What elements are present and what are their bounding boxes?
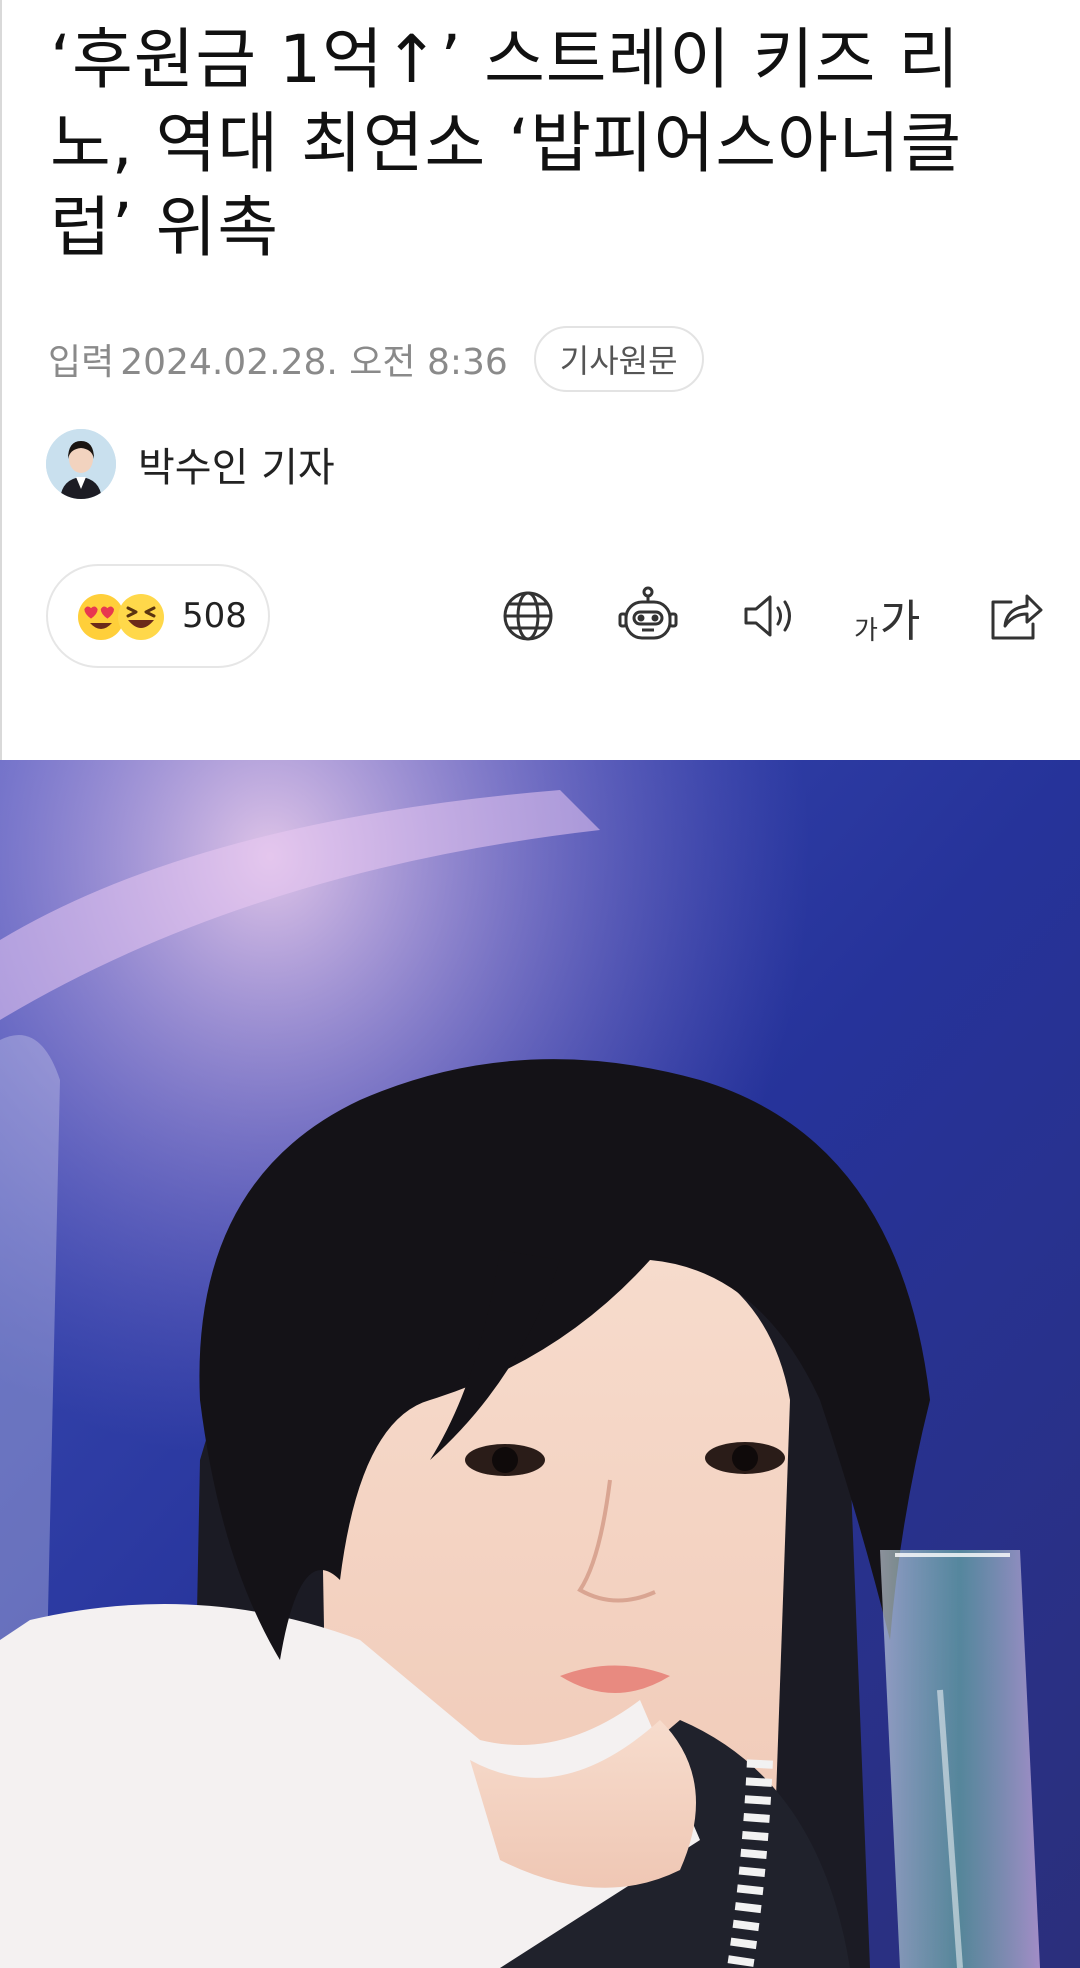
globe-icon[interactable]	[496, 584, 560, 648]
original-article-button[interactable]: 기사원문	[533, 326, 704, 392]
author-name[interactable]: 박수인 기자	[138, 435, 335, 493]
grinning-squint-emoji	[118, 594, 164, 640]
portrait-photo	[0, 760, 1080, 1968]
reaction-emojis	[76, 588, 172, 644]
article-photo[interactable]	[0, 760, 1080, 1968]
input-label: 입력	[48, 342, 115, 383]
reaction-count: 508	[182, 596, 247, 636]
robot-icon[interactable]	[616, 584, 680, 648]
font-size-icon[interactable]: 가 가	[854, 588, 920, 648]
author-row[interactable]: 박수인 기자	[46, 428, 335, 500]
publish-date: 2024.02.28. 오전 8:36	[120, 342, 508, 383]
font-size-large-glyph: 가	[879, 596, 921, 647]
font-size-small-glyph: 가	[854, 616, 878, 646]
article-header: ‘후원금 1억↑’ 스트레이 키즈 리노, 역대 최연소 ‘밥피어스아너클럽’ …	[0, 0, 1080, 760]
reaction-button[interactable]: 508	[46, 564, 270, 668]
article-headline: ‘후원금 1억↑’ 스트레이 키즈 리노, 역대 최연소 ‘밥피어스아너클럽’ …	[50, 21, 963, 266]
article-meta: 입력 2024.02.28. 오전 8:36 기사원문	[48, 326, 704, 392]
share-icon[interactable]	[984, 584, 1048, 648]
speaker-icon[interactable]	[738, 584, 802, 648]
author-avatar[interactable]	[46, 429, 116, 499]
